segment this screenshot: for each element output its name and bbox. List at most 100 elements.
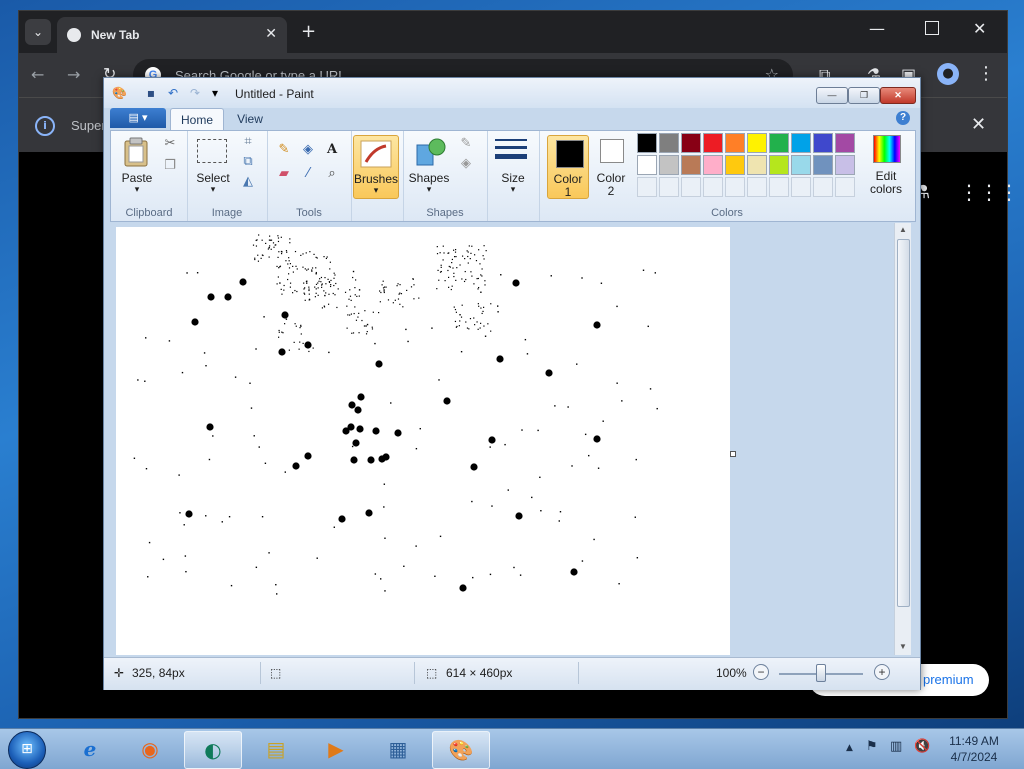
media-player-icon[interactable]: ▶: [308, 731, 364, 767]
undo-icon[interactable]: ↶: [166, 86, 180, 100]
custom-color-slot[interactable]: [703, 177, 723, 197]
zoom-out-button[interactable]: −: [753, 664, 769, 680]
palette-swatch[interactable]: [637, 155, 657, 175]
palette-swatch[interactable]: [747, 133, 767, 153]
custom-color-slot[interactable]: [659, 177, 679, 197]
select-arrow[interactable]: ▾: [191, 184, 235, 195]
file-explorer-icon[interactable]: ▤: [248, 731, 304, 767]
palette-swatch[interactable]: [681, 155, 701, 175]
shapes-arrow[interactable]: ▾: [407, 184, 451, 195]
edit-colors-button[interactable]: Edit colors: [863, 133, 911, 199]
color-picker-icon[interactable]: ⁄: [299, 165, 317, 183]
custom-color-slot[interactable]: [791, 177, 811, 197]
color2-button[interactable]: Color 2: [591, 135, 631, 198]
palette-swatch[interactable]: [725, 133, 745, 153]
palette-swatch[interactable]: [725, 155, 745, 175]
vertical-scrollbar[interactable]: ▲ ▼: [894, 223, 911, 655]
internet-explorer-icon[interactable]: e: [62, 731, 118, 767]
shapes-icon[interactable]: [415, 137, 447, 167]
size-label[interactable]: Size: [491, 171, 535, 185]
show-hidden-icons[interactable]: ▲: [846, 743, 853, 753]
tab-new-tab[interactable]: New Tab ✕: [57, 17, 287, 53]
palette-swatch[interactable]: [681, 133, 701, 153]
custom-color-slot[interactable]: [747, 177, 767, 197]
magnifier-icon[interactable]: ⌕: [323, 165, 341, 183]
start-button[interactable]: ⊞: [8, 731, 46, 769]
menu-kebab-icon[interactable]: ⋮: [977, 63, 995, 84]
paint-app-icon[interactable]: 🎨: [112, 86, 127, 100]
cut-icon[interactable]: ✂: [161, 135, 179, 153]
clock-time[interactable]: 11:49 AM: [940, 734, 1008, 748]
close-icon[interactable]: ✕: [265, 26, 277, 42]
tab-search-button[interactable]: ⌄: [25, 19, 51, 45]
clock-date[interactable]: 4/7/2024: [940, 750, 1008, 764]
size-arrow[interactable]: ▾: [491, 184, 535, 195]
palette-swatch[interactable]: [813, 133, 833, 153]
zoom-slider-thumb[interactable]: [816, 664, 826, 682]
save-icon[interactable]: ▪: [144, 86, 158, 100]
custom-color-slot[interactable]: [835, 177, 855, 197]
back-icon[interactable]: ←: [31, 65, 44, 84]
palette-swatch[interactable]: [835, 133, 855, 153]
rotate-icon[interactable]: ◭: [239, 173, 257, 191]
palette-swatch[interactable]: [791, 133, 811, 153]
palette-swatch[interactable]: [703, 155, 723, 175]
palette-swatch[interactable]: [769, 155, 789, 175]
help-icon[interactable]: ?: [896, 111, 910, 125]
minimize-button[interactable]: —: [869, 19, 885, 38]
firefox-icon[interactable]: ◉: [122, 731, 178, 767]
text-icon[interactable]: A: [323, 141, 341, 159]
drawing-canvas[interactable]: [116, 227, 730, 655]
select-label[interactable]: Select: [191, 171, 235, 185]
apps-grid-icon[interactable]: ⋮⋮⋮: [959, 180, 1019, 204]
resize-icon[interactable]: ⧉: [239, 153, 257, 171]
shape-fill-icon[interactable]: ◈: [457, 155, 475, 173]
customize-qat-icon[interactable]: ▾: [208, 86, 222, 100]
palette-swatch[interactable]: [659, 155, 679, 175]
tab-view[interactable]: View: [226, 108, 274, 130]
palette-swatch[interactable]: [637, 133, 657, 153]
redo-icon[interactable]: ↷: [188, 86, 202, 100]
paint-restore-button[interactable]: ❐: [848, 87, 880, 104]
scroll-down-icon[interactable]: ▼: [897, 641, 909, 653]
action-center-flag-icon[interactable]: ⚑: [866, 739, 878, 754]
custom-color-slot[interactable]: [725, 177, 745, 197]
remote-desktop-icon[interactable]: ▦: [370, 731, 426, 767]
profile-avatar-icon[interactable]: ●: [937, 63, 959, 85]
scroll-up-icon[interactable]: ▲: [897, 224, 909, 236]
brushes-button[interactable]: Brushes ▾: [353, 135, 399, 199]
select-icon[interactable]: [197, 139, 227, 163]
paste-arrow[interactable]: ▾: [115, 184, 159, 195]
copy-icon[interactable]: ❐: [161, 157, 179, 175]
pencil-icon[interactable]: ✎: [275, 141, 293, 159]
fill-icon[interactable]: ◈: [299, 141, 317, 159]
scroll-thumb[interactable]: [897, 239, 910, 607]
file-menu-button[interactable]: ▤ ▾: [110, 108, 166, 128]
palette-swatch[interactable]: [835, 155, 855, 175]
palette-swatch[interactable]: [659, 133, 679, 153]
maximize-button[interactable]: [925, 21, 939, 35]
palette-swatch[interactable]: [769, 133, 789, 153]
custom-color-slot[interactable]: [769, 177, 789, 197]
paint-taskbar-icon[interactable]: 🎨: [432, 731, 490, 769]
palette-swatch[interactable]: [747, 155, 767, 175]
custom-color-slot[interactable]: [681, 177, 701, 197]
resize-handle-right[interactable]: [730, 451, 736, 457]
palette-swatch[interactable]: [813, 155, 833, 175]
palette-swatch[interactable]: [703, 133, 723, 153]
paint-minimize-button[interactable]: —: [816, 87, 848, 104]
shapes-label[interactable]: Shapes: [407, 171, 451, 185]
palette-swatch[interactable]: [791, 155, 811, 175]
custom-color-slot[interactable]: [637, 177, 657, 197]
network-icon[interactable]: ▥: [890, 739, 902, 754]
custom-color-slot[interactable]: [813, 177, 833, 197]
chrome-taskbar-icon[interactable]: ◐: [184, 731, 242, 769]
eraser-icon[interactable]: ▰: [275, 165, 293, 183]
size-icon[interactable]: [495, 137, 527, 163]
paste-icon[interactable]: [123, 137, 151, 167]
info-bar-close-icon[interactable]: ✕: [971, 114, 986, 135]
paste-label[interactable]: Paste: [115, 171, 159, 185]
crop-icon[interactable]: ⌗: [239, 133, 257, 151]
forward-icon[interactable]: →: [67, 65, 80, 84]
zoom-in-button[interactable]: +: [874, 664, 890, 680]
